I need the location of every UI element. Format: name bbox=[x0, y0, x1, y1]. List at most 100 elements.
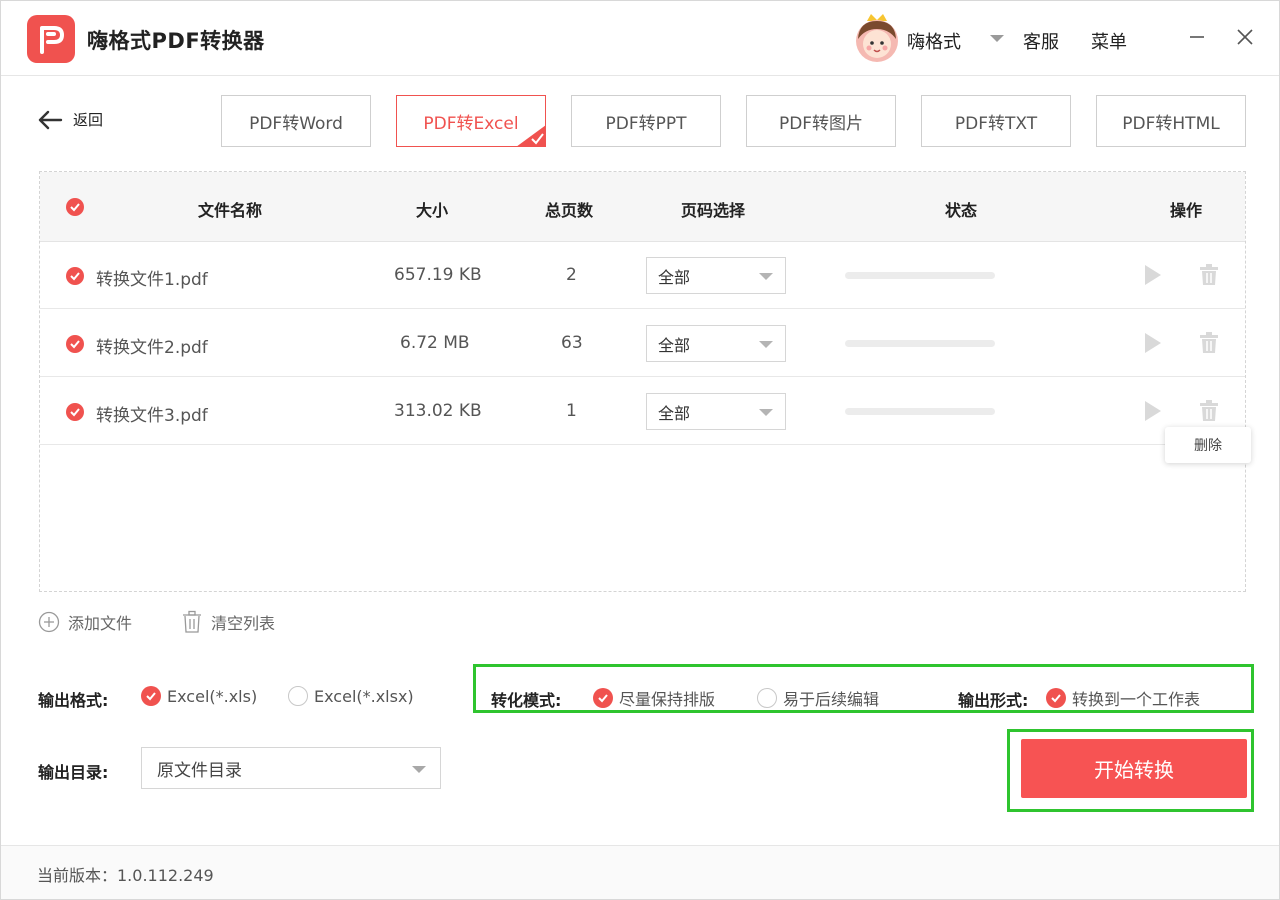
delete-row-button[interactable] bbox=[1197, 399, 1221, 423]
delete-row-button[interactable] bbox=[1197, 263, 1221, 287]
add-files-label: 添加文件 bbox=[68, 614, 133, 633]
table-row: 转换文件2.pdf 6.72 MB 63 全部 bbox=[40, 310, 1245, 377]
radio-checked-icon bbox=[141, 686, 161, 706]
header-file-name: 文件名称 bbox=[198, 201, 263, 220]
tab-pdf-to-word[interactable]: PDF转Word bbox=[221, 95, 371, 147]
chevron-down-icon bbox=[759, 341, 773, 348]
row-checkbox[interactable] bbox=[66, 267, 84, 285]
file-name: 转换文件2.pdf bbox=[96, 338, 208, 358]
minimize-button[interactable] bbox=[1183, 23, 1211, 51]
output-one-sheet-label: 转换到一个工作表 bbox=[1072, 690, 1201, 709]
output-dir-label: 输出目录: bbox=[38, 763, 109, 782]
chevron-down-icon bbox=[759, 273, 773, 280]
check-icon bbox=[70, 408, 80, 417]
convert-row-button[interactable] bbox=[1140, 399, 1164, 423]
format-xls-label: Excel(*.xls) bbox=[167, 686, 258, 706]
header-page-count: 总页数 bbox=[545, 201, 594, 220]
page-range-select[interactable]: 全部 bbox=[646, 325, 786, 362]
format-xlsx-radio[interactable]: Excel(*.xlsx) bbox=[288, 686, 414, 706]
chevron-down-icon bbox=[759, 409, 773, 416]
table-row: 转换文件3.pdf 313.02 KB 1 全部 bbox=[40, 378, 1245, 445]
trash-icon bbox=[1200, 332, 1218, 353]
tab-pdf-to-html[interactable]: PDF转HTML bbox=[1096, 95, 1246, 147]
output-one-sheet-checkbox[interactable]: 转换到一个工作表 bbox=[1046, 686, 1200, 710]
check-icon bbox=[70, 340, 80, 349]
tab-pdf-to-ppt[interactable]: PDF转PPT bbox=[571, 95, 721, 147]
clear-list-label: 清空列表 bbox=[211, 614, 276, 633]
trash-outline-icon bbox=[183, 610, 201, 633]
delete-row-button[interactable] bbox=[1197, 331, 1221, 355]
table-header: 文件名称 大小 总页数 页码选择 状态 操作 bbox=[40, 172, 1245, 242]
convert-row-button[interactable] bbox=[1140, 331, 1164, 355]
clear-list-button[interactable]: 清空列表 bbox=[181, 610, 275, 634]
header-size: 大小 bbox=[416, 201, 449, 220]
output-form-label: 输出形式: bbox=[958, 691, 1029, 710]
header-actions: 操作 bbox=[1170, 201, 1203, 220]
user-avatar[interactable] bbox=[853, 11, 901, 63]
chevron-down-icon bbox=[412, 766, 426, 773]
header-status: 状态 bbox=[945, 201, 978, 220]
tab-pdf-to-excel[interactable]: PDF转Excel bbox=[396, 95, 546, 147]
add-files-button[interactable]: 添加文件 bbox=[38, 610, 132, 634]
output-dir-value: 原文件目录 bbox=[157, 760, 242, 781]
user-name[interactable]: 嗨格式 bbox=[907, 28, 961, 54]
play-icon bbox=[1145, 401, 1161, 421]
arrow-left-icon bbox=[38, 110, 63, 129]
row-checkbox[interactable] bbox=[66, 403, 84, 421]
checkbox-checked-icon bbox=[1046, 688, 1066, 708]
trash-icon bbox=[1200, 400, 1218, 421]
file-size: 313.02 KB bbox=[394, 401, 482, 421]
play-icon bbox=[1145, 265, 1161, 285]
mode-keep-layout-label: 尽量保持排版 bbox=[619, 690, 716, 709]
mode-easy-edit-label: 易于后续编辑 bbox=[783, 690, 880, 709]
output-dir-select[interactable]: 原文件目录 bbox=[141, 747, 441, 789]
progress-bar bbox=[845, 340, 995, 347]
page-range-select[interactable]: 全部 bbox=[646, 393, 786, 430]
convert-row-button[interactable] bbox=[1140, 263, 1164, 287]
customer-service-link[interactable]: 客服 bbox=[1023, 28, 1059, 54]
minimize-icon bbox=[1190, 36, 1204, 38]
row-checkbox[interactable] bbox=[66, 335, 84, 353]
page-range-value: 全部 bbox=[658, 267, 691, 287]
select-all-checkbox[interactable] bbox=[66, 198, 84, 216]
page-range-select[interactable]: 全部 bbox=[646, 257, 786, 294]
close-icon bbox=[1237, 29, 1253, 45]
file-list: 文件名称 大小 总页数 页码选择 状态 操作 转换文件1.pdf 657.19 … bbox=[39, 171, 1246, 592]
radio-checked-icon bbox=[593, 688, 613, 708]
format-xls-radio[interactable]: Excel(*.xls) bbox=[141, 686, 257, 706]
mode-easy-edit-radio[interactable]: 易于后续编辑 bbox=[757, 686, 879, 710]
check-icon bbox=[70, 203, 80, 212]
format-xlsx-label: Excel(*.xlsx) bbox=[314, 686, 414, 706]
file-name: 转换文件3.pdf bbox=[96, 406, 208, 426]
user-dropdown-caret-icon[interactable] bbox=[990, 35, 1004, 42]
file-size: 657.19 KB bbox=[394, 265, 482, 285]
radio-unchecked-icon bbox=[757, 688, 777, 708]
version-text: 当前版本：1.0.112.249 bbox=[37, 866, 214, 885]
mode-keep-layout-radio[interactable]: 尽量保持排版 bbox=[593, 686, 715, 710]
tab-pdf-to-image[interactable]: PDF转图片 bbox=[746, 95, 896, 147]
menu-link[interactable]: 菜单 bbox=[1091, 28, 1127, 54]
play-icon bbox=[1145, 333, 1161, 353]
progress-bar bbox=[845, 408, 995, 415]
app-title: 嗨格式PDF转换器 bbox=[87, 29, 265, 53]
tab-pdf-to-txt[interactable]: PDF转TXT bbox=[921, 95, 1071, 147]
file-name: 转换文件1.pdf bbox=[96, 270, 208, 290]
tab-pdf-to-excel-label: PDF转Excel bbox=[423, 113, 519, 134]
app-logo-icon bbox=[27, 15, 75, 63]
file-size: 6.72 MB bbox=[400, 333, 470, 353]
close-button[interactable] bbox=[1231, 23, 1259, 51]
conversion-mode-label: 转化模式: bbox=[491, 691, 562, 710]
check-icon bbox=[70, 272, 80, 281]
table-row: 转换文件1.pdf 657.19 KB 2 全部 bbox=[40, 242, 1245, 309]
output-format-label: 输出格式: bbox=[38, 691, 109, 710]
app-window: 嗨格式PDF转换器 嗨格式 客服 菜单 返回 PDF转Word PDF转Exce… bbox=[0, 0, 1280, 900]
status-bar: 当前版本：1.0.112.249 bbox=[1, 845, 1279, 899]
delete-tooltip: 删除 bbox=[1165, 427, 1251, 463]
selected-check-icon bbox=[516, 125, 546, 147]
radio-unchecked-icon bbox=[288, 686, 308, 706]
back-label: 返回 bbox=[73, 111, 104, 129]
add-circle-icon bbox=[38, 611, 60, 633]
back-button[interactable]: 返回 bbox=[37, 109, 103, 130]
start-convert-button[interactable]: 开始转换 bbox=[1021, 739, 1247, 798]
header-page-select: 页码选择 bbox=[681, 201, 746, 220]
